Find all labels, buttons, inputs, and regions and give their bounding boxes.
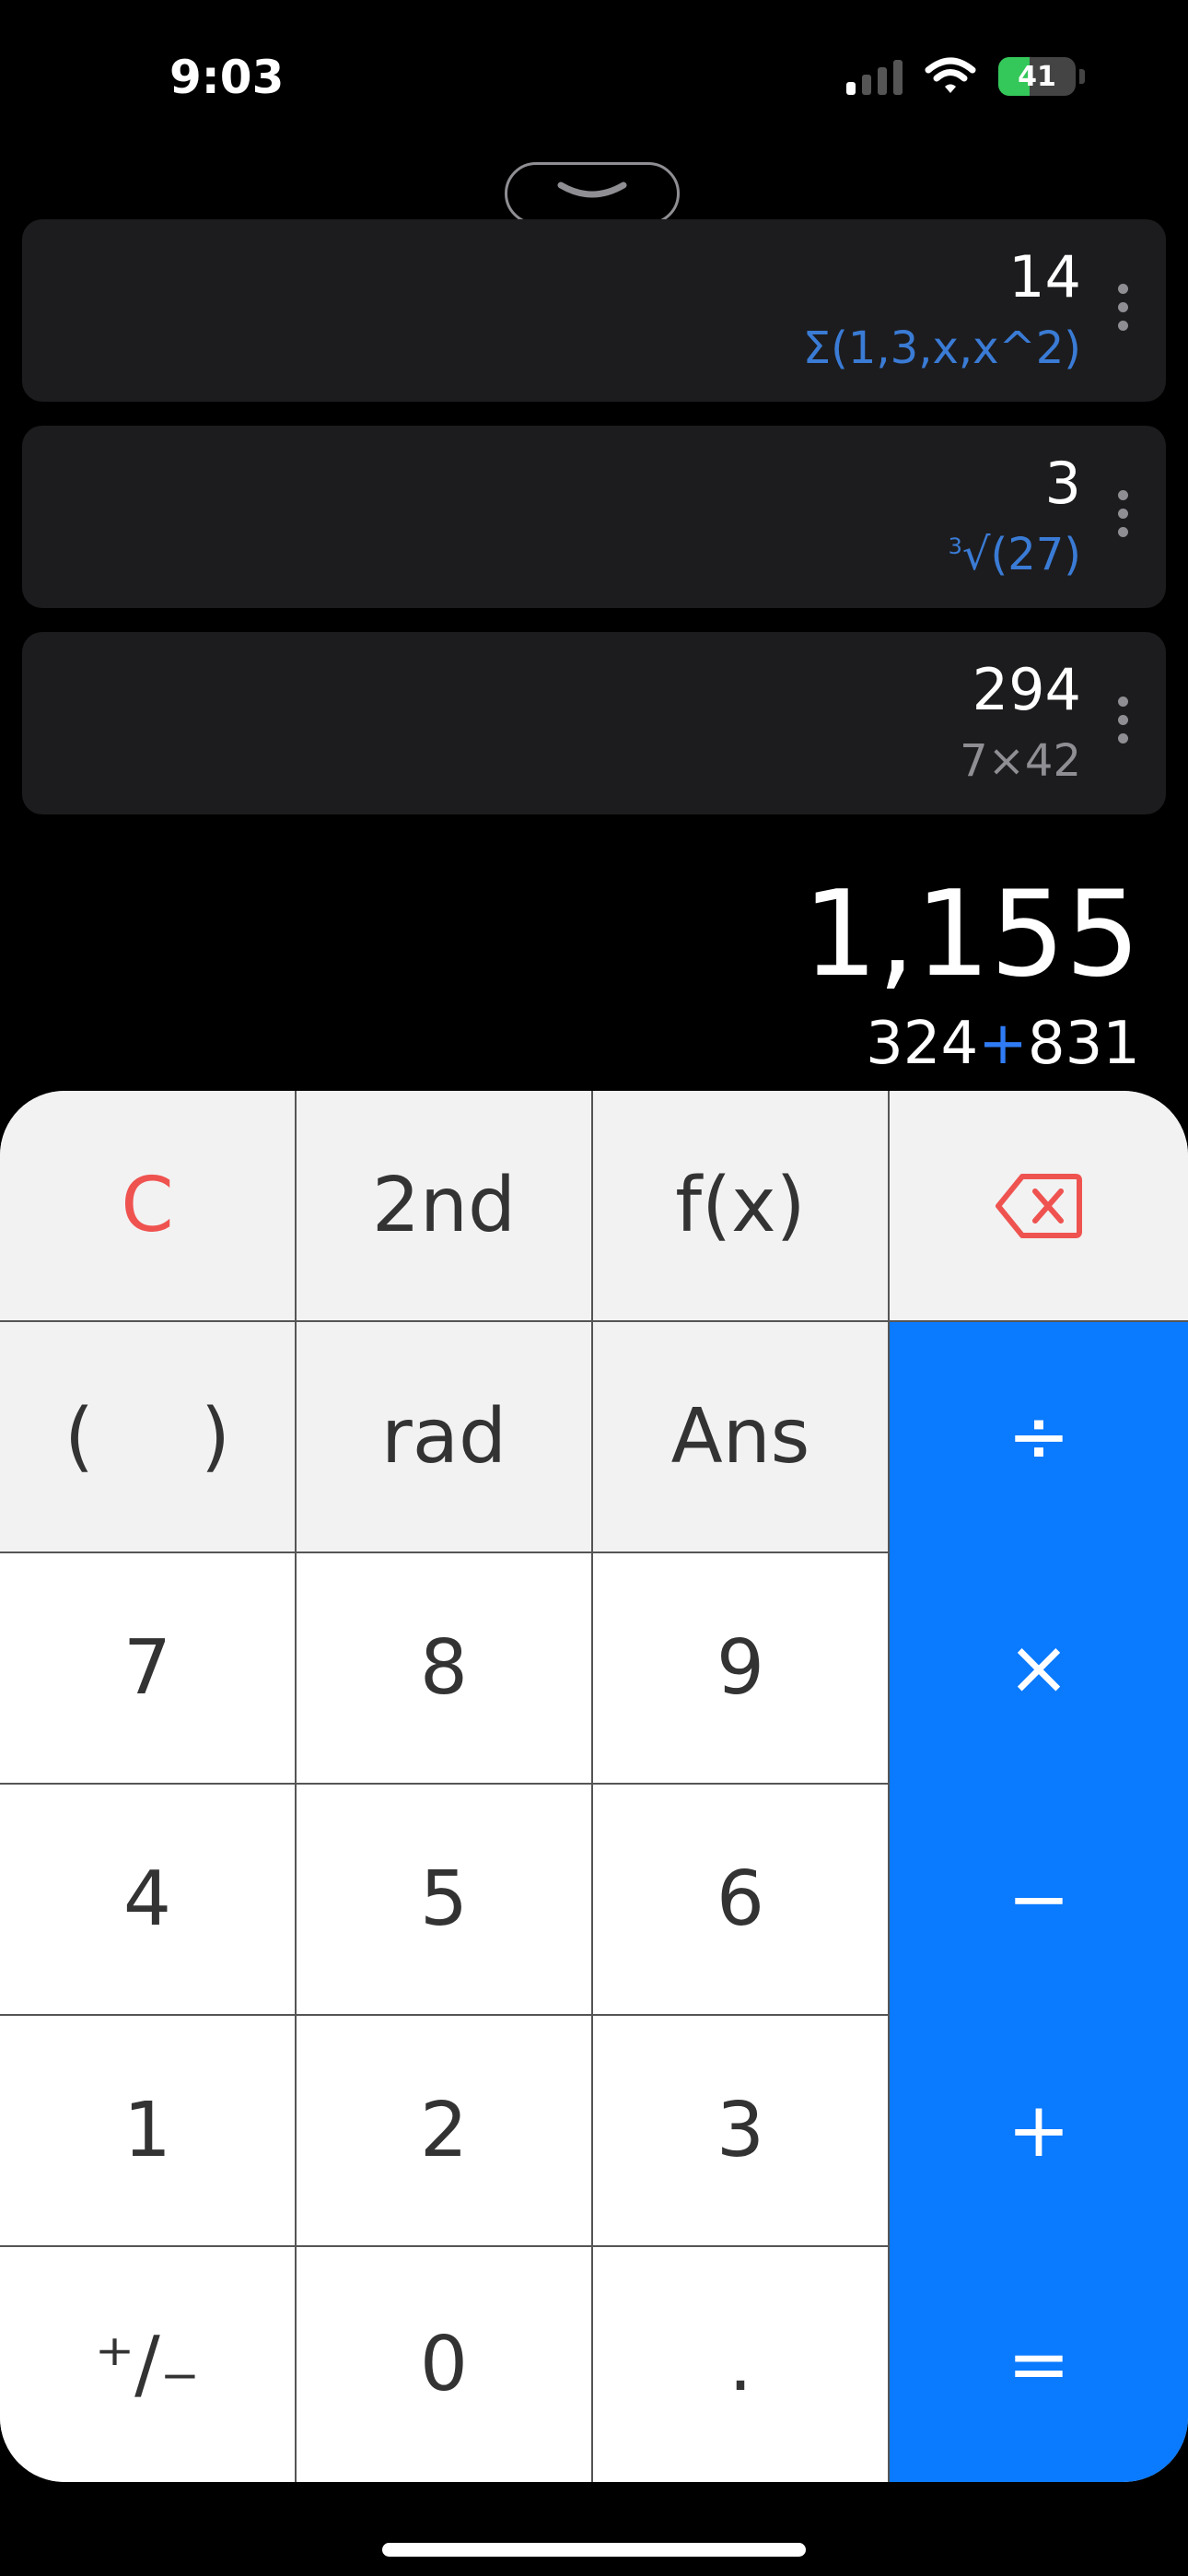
home-indicator[interactable] [382, 2543, 806, 2557]
digit-3-button[interactable]: 3 [593, 2016, 890, 2247]
cellular-signal-icon [846, 58, 903, 95]
history-card[interactable]: 14 Σ(1,3,x,x^2) [22, 219, 1166, 402]
decimal-button[interactable]: . [593, 2247, 890, 2482]
status-time: 9:03 [169, 51, 285, 104]
digit-9-button[interactable]: 9 [593, 1553, 890, 1785]
multiply-button[interactable]: × [890, 1553, 1188, 1785]
history-card[interactable]: 3 3√(27) [22, 426, 1166, 608]
equals-button[interactable]: = [890, 2247, 1188, 2482]
history-expression: Σ(1,3,x,x^2) [802, 322, 1081, 374]
keypad: C 2nd f(x) () rad Ans ÷ 7 8 9 × 4 5 6 − … [0, 1091, 1188, 2482]
history-result: 294 [972, 656, 1081, 723]
divide-button[interactable]: ÷ [890, 1322, 1188, 1553]
more-options-icon[interactable] [1118, 490, 1129, 537]
plus-button[interactable]: + [890, 2016, 1188, 2247]
status-icons: 41 [846, 57, 1085, 96]
rad-button[interactable]: rad [297, 1322, 593, 1553]
digit-8-button[interactable]: 8 [297, 1553, 593, 1785]
chevron-down-icon [557, 181, 627, 198]
history-result: 14 [1008, 243, 1081, 310]
display-result: 1,155 [802, 866, 1140, 1003]
digit-4-button[interactable]: 4 [0, 1785, 297, 2016]
more-options-icon[interactable] [1118, 284, 1129, 331]
battery-level: 41 [1018, 60, 1056, 93]
plus-minus-button[interactable]: ⁺∕₋ [0, 2247, 297, 2482]
function-button[interactable]: f(x) [593, 1091, 890, 1322]
digit-7-button[interactable]: 7 [0, 1553, 297, 1785]
backspace-button[interactable] [890, 1091, 1188, 1322]
display-expression: 324+831 [866, 1010, 1140, 1078]
wifi-icon [925, 57, 976, 93]
history-expression: 7×42 [960, 735, 1081, 787]
second-function-button[interactable]: 2nd [297, 1091, 593, 1322]
digit-0-button[interactable]: 0 [297, 2247, 593, 2482]
history-result: 3 [1044, 450, 1081, 517]
clear-button[interactable]: C [0, 1091, 297, 1322]
digit-2-button[interactable]: 2 [297, 2016, 593, 2247]
collapse-history-button[interactable] [505, 162, 680, 225]
more-options-icon[interactable] [1118, 697, 1129, 744]
battery-icon: 41 [998, 57, 1076, 96]
backspace-icon [996, 1173, 1082, 1238]
history-card[interactable]: 294 7×42 [22, 632, 1166, 814]
history-expression: 3√(27) [948, 529, 1081, 580]
digit-6-button[interactable]: 6 [593, 1785, 890, 2016]
minus-button[interactable]: − [890, 1785, 1188, 2016]
digit-1-button[interactable]: 1 [0, 2016, 297, 2247]
parentheses-button[interactable]: () [0, 1322, 297, 1553]
digit-5-button[interactable]: 5 [297, 1785, 593, 2016]
ans-button[interactable]: Ans [593, 1322, 890, 1553]
